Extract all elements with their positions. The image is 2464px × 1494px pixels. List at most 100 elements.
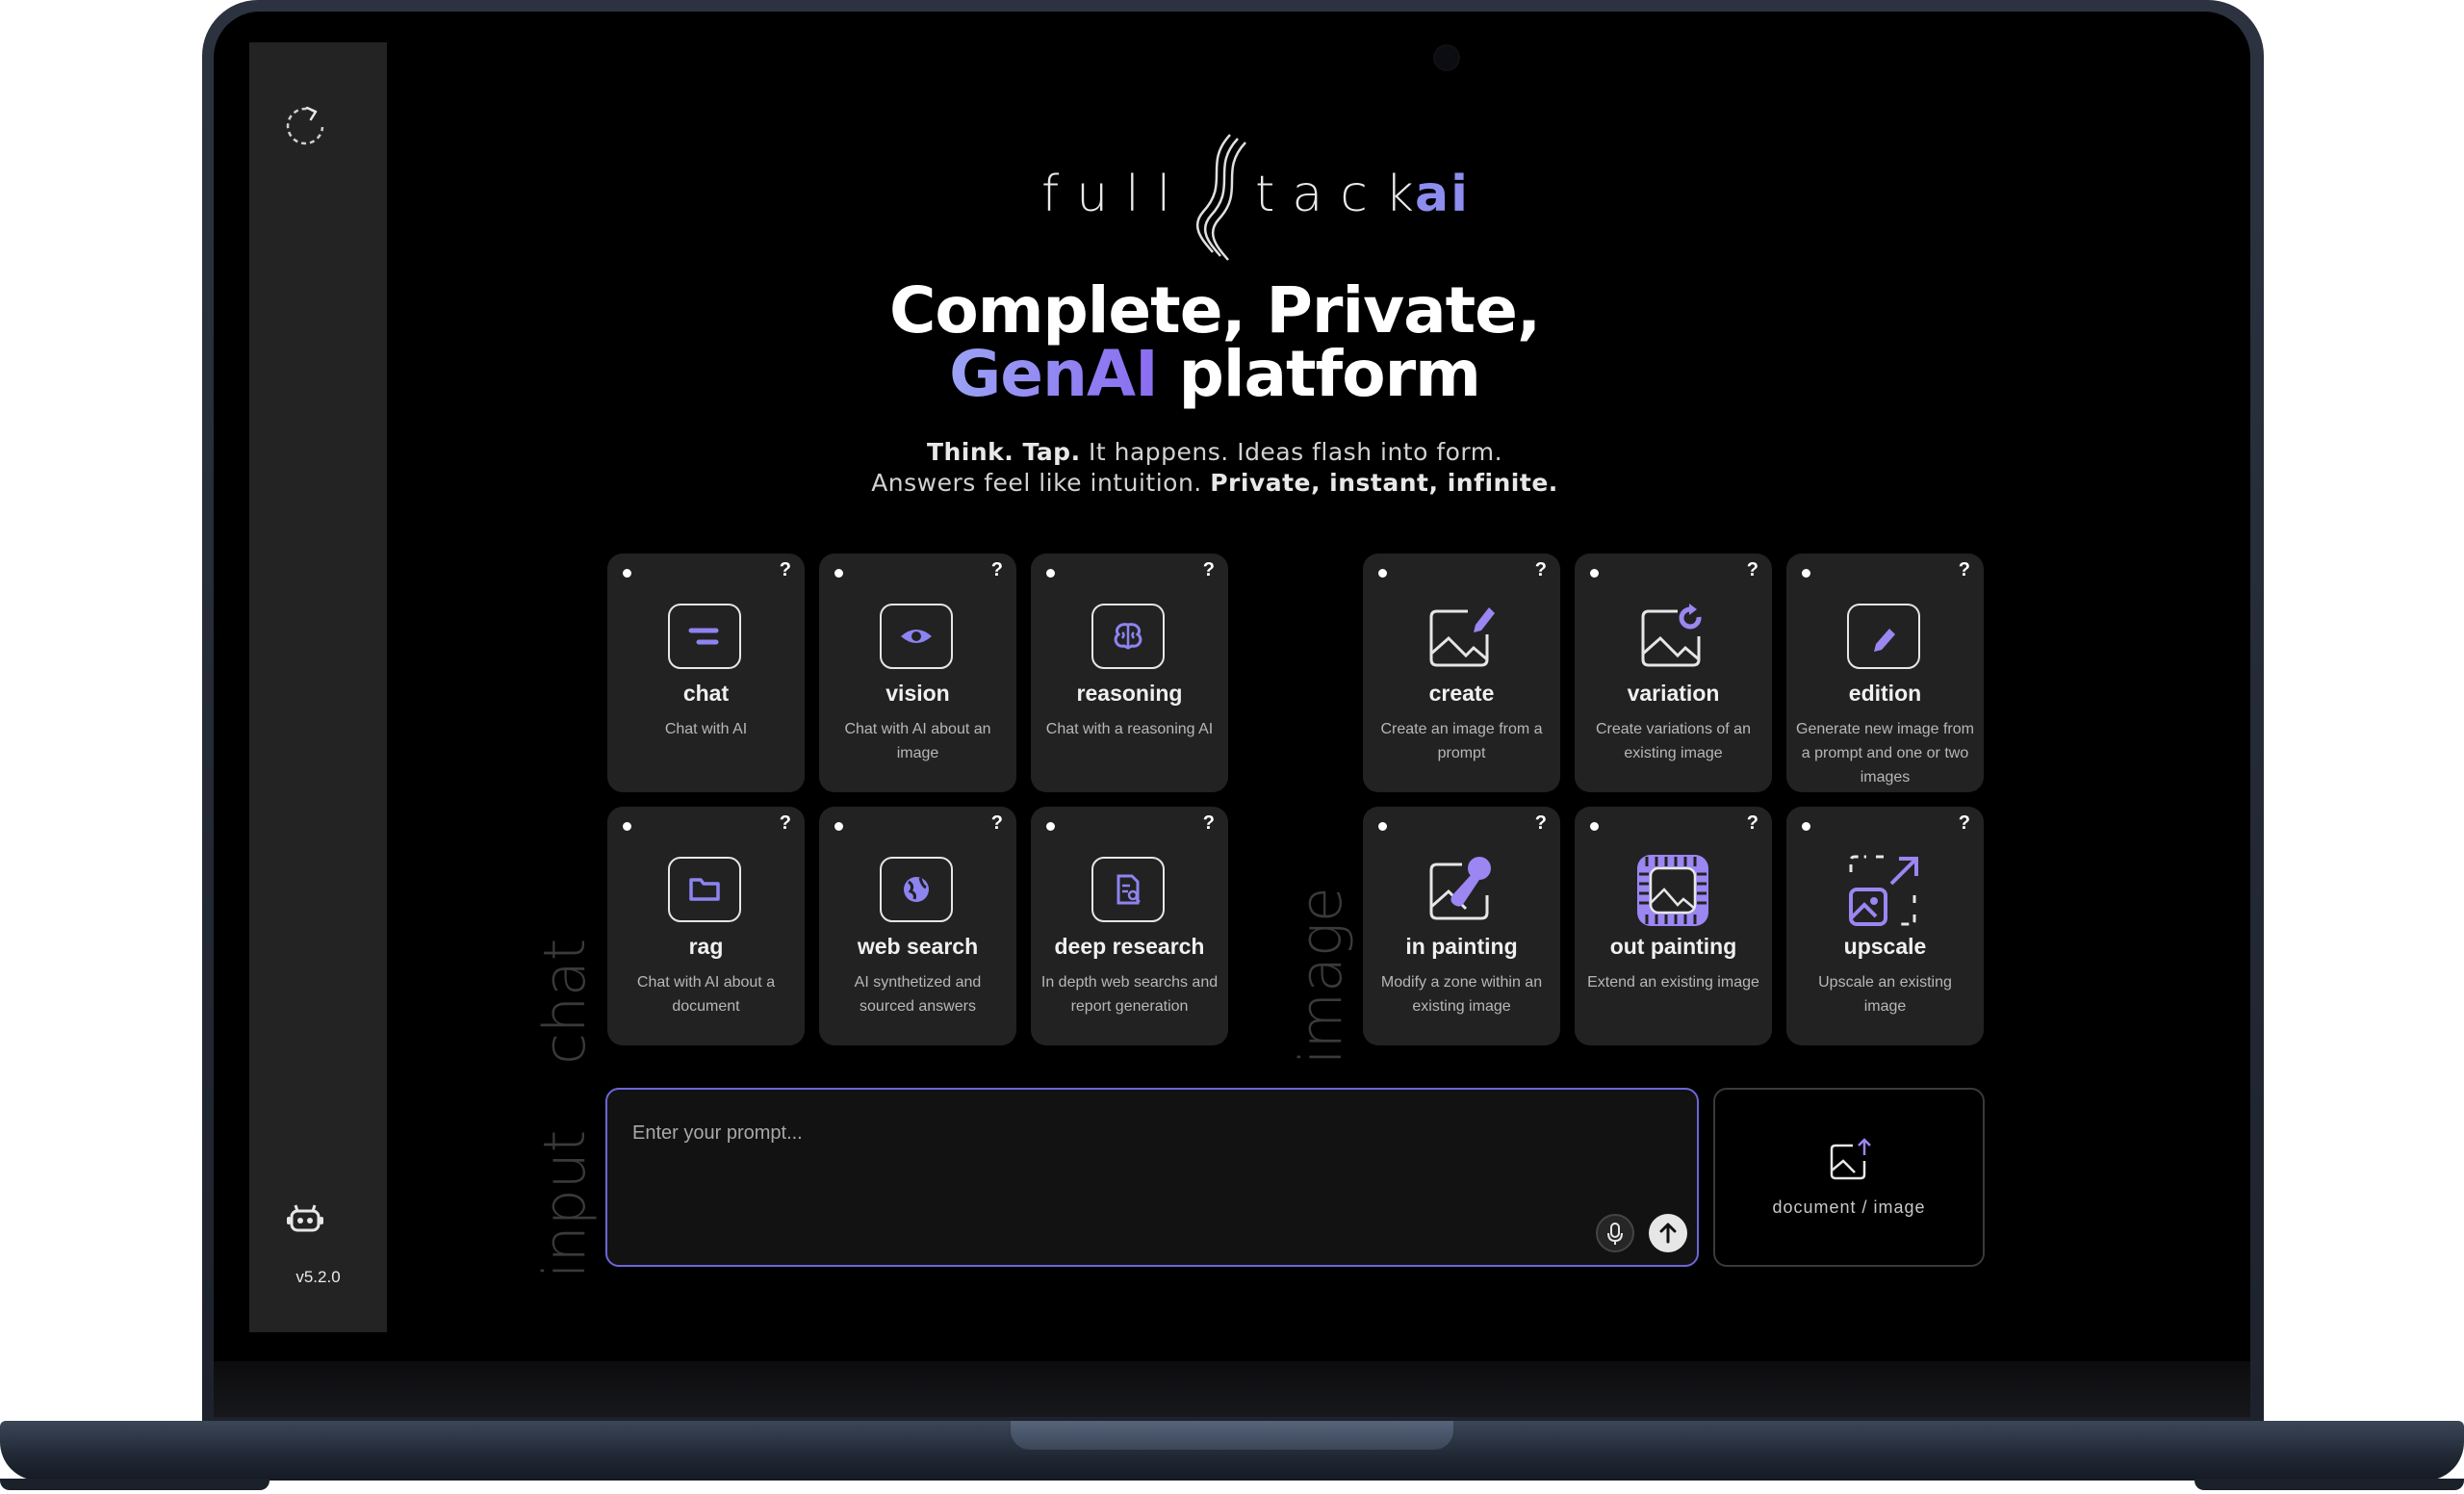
upload-dropzone[interactable]: document / image: [1713, 1088, 1985, 1267]
camera: [1435, 46, 1458, 69]
fullstack-logo: full tack ai: [1041, 125, 1484, 270]
status-dot: [1590, 822, 1599, 831]
logo-text-ai: ai: [1415, 166, 1470, 223]
card-vision[interactable]: ? vision Chat with AI about an image: [819, 554, 1016, 792]
section-label-image: image: [1288, 887, 1355, 1065]
card-name: create: [1428, 681, 1495, 706]
upscale-icon: [1849, 855, 1918, 926]
image-refresh-icon: [1641, 604, 1702, 667]
logo-s-icon: [1196, 134, 1246, 261]
help-icon[interactable]: ?: [780, 559, 791, 581]
status-dot: [623, 569, 631, 578]
status-dot: [834, 822, 843, 831]
card-edition[interactable]: ? edition Generate new image from a prom…: [1786, 554, 1984, 792]
status-dot: [1802, 569, 1810, 578]
card-out-painting[interactable]: ? out painting Extend an existing image: [1575, 807, 1772, 1045]
status-dot: [1378, 569, 1387, 578]
help-icon[interactable]: ?: [780, 812, 791, 835]
subtitle: Think. Tap. It happens. Ideas flash into…: [733, 437, 1696, 499]
card-name: chat: [682, 681, 730, 706]
help-icon[interactable]: ?: [1203, 559, 1215, 581]
card-name: in painting: [1405, 934, 1518, 959]
card-deep-research[interactable]: ? deep research In depth web searchs and…: [1031, 807, 1228, 1045]
hero-title: Complete, Private, GenAI platform: [733, 279, 1696, 406]
refresh-icon[interactable]: [282, 102, 328, 148]
hero-line-2-rest: platform: [1157, 337, 1481, 411]
robot-icon[interactable]: [286, 1201, 324, 1236]
sidebar: v5.2.0: [249, 42, 387, 1332]
image-expand-icon: [1637, 855, 1708, 926]
prompt-box: [605, 1088, 1699, 1267]
card-desc: Create an image from a prompt: [1380, 721, 1543, 761]
help-icon[interactable]: ?: [1959, 812, 1970, 835]
brain-icon: [1091, 604, 1165, 669]
help-icon[interactable]: ?: [1747, 559, 1758, 581]
card-desc: Create variations of an existing image: [1596, 721, 1751, 761]
hero-line-2: GenAI platform: [733, 343, 1696, 406]
status-dot: [1802, 822, 1810, 831]
help-icon[interactable]: ?: [991, 812, 1003, 835]
laptop-foot-right: [2194, 1479, 2464, 1490]
card-name: edition: [1848, 681, 1922, 706]
prompt-input[interactable]: [630, 1113, 1655, 1153]
eye-icon: [880, 604, 953, 669]
card-desc: Chat with AI: [664, 721, 748, 737]
help-icon[interactable]: ?: [1203, 812, 1215, 835]
card-in-painting[interactable]: ? in painting Modify a zone within an ex…: [1363, 807, 1560, 1045]
subtitle-bold-2: Private, instant, infinite.: [1210, 469, 1558, 497]
card-desc: Chat with AI about a document: [636, 974, 776, 1015]
card-chat[interactable]: ? chat Chat with AI: [607, 554, 805, 792]
card-name: vision: [886, 681, 950, 706]
logo-text-full: full: [1041, 166, 1189, 223]
card-desc: Chat with AI about an image: [844, 721, 991, 761]
subtitle-rest-1: It happens. Ideas flash into form.: [1080, 438, 1503, 466]
card-variation[interactable]: ? variation Create variations of an exis…: [1575, 554, 1772, 792]
chat-icon: [668, 604, 741, 669]
section-label-input: input: [531, 1129, 599, 1278]
card-desc: Generate new image from a prompt and one…: [1796, 721, 1974, 786]
card-rag[interactable]: ? rag Chat with AI about a document: [607, 807, 805, 1045]
card-web-search[interactable]: ? web search AI synthetized and sourced …: [819, 807, 1016, 1045]
help-icon[interactable]: ?: [991, 559, 1003, 581]
card-name: web search: [857, 934, 979, 959]
help-icon[interactable]: ?: [1959, 559, 1970, 581]
card-name: deep research: [1054, 934, 1205, 959]
send-button[interactable]: [1649, 1214, 1687, 1252]
subtitle-line-2: Answers feel like intuition. Private, in…: [733, 468, 1696, 499]
app-screen: v5.2.0 full tack ai Complete, Private, G…: [214, 12, 2250, 1417]
document-search-icon: [1091, 857, 1165, 922]
globe-icon: [880, 857, 953, 922]
card-name: rag: [688, 934, 724, 959]
logo-text-tack: tack: [1255, 166, 1431, 223]
card-upscale[interactable]: ? upscale Upscale an existing image: [1786, 807, 1984, 1045]
subtitle-bold-1: Think. Tap.: [926, 438, 1081, 466]
card-desc: In depth web searchs and report generati…: [1040, 974, 1219, 1015]
help-icon[interactable]: ?: [1535, 812, 1547, 835]
help-icon[interactable]: ?: [1747, 812, 1758, 835]
laptop-notch: [1011, 1421, 1453, 1450]
subtitle-rest-2: Answers feel like intuition.: [871, 469, 1211, 497]
card-create[interactable]: ? create Create an image from a prompt: [1363, 554, 1560, 792]
microphone-button[interactable]: [1596, 1214, 1634, 1252]
card-desc: Upscale an existing image: [1818, 974, 1952, 1015]
status-dot: [1590, 569, 1599, 578]
help-icon[interactable]: ?: [1535, 559, 1547, 581]
card-desc: Chat with a reasoning AI: [1045, 721, 1214, 737]
hero-line-1: Complete, Private,: [888, 273, 1541, 348]
status-dot: [1378, 822, 1387, 831]
status-dot: [1046, 822, 1055, 831]
arrow-up-icon: [1659, 1223, 1677, 1244]
card-desc: Modify a zone within an existing image: [1380, 974, 1543, 1015]
card-name: variation: [1627, 681, 1720, 706]
edit-icon: [1847, 604, 1920, 669]
card-name: reasoning: [1076, 681, 1183, 706]
folder-icon: [668, 857, 741, 922]
card-reasoning[interactable]: ? reasoning Chat with a reasoning AI: [1031, 554, 1228, 792]
screen-bottom-bezel: [214, 1361, 2250, 1417]
status-dot: [1046, 569, 1055, 578]
card-name: out painting: [1609, 934, 1737, 959]
laptop-foot-left: [0, 1479, 270, 1490]
card-desc: Extend an existing image: [1587, 974, 1759, 991]
section-label-chat: chat: [531, 938, 599, 1065]
upload-label: document / image: [1772, 1198, 1926, 1217]
